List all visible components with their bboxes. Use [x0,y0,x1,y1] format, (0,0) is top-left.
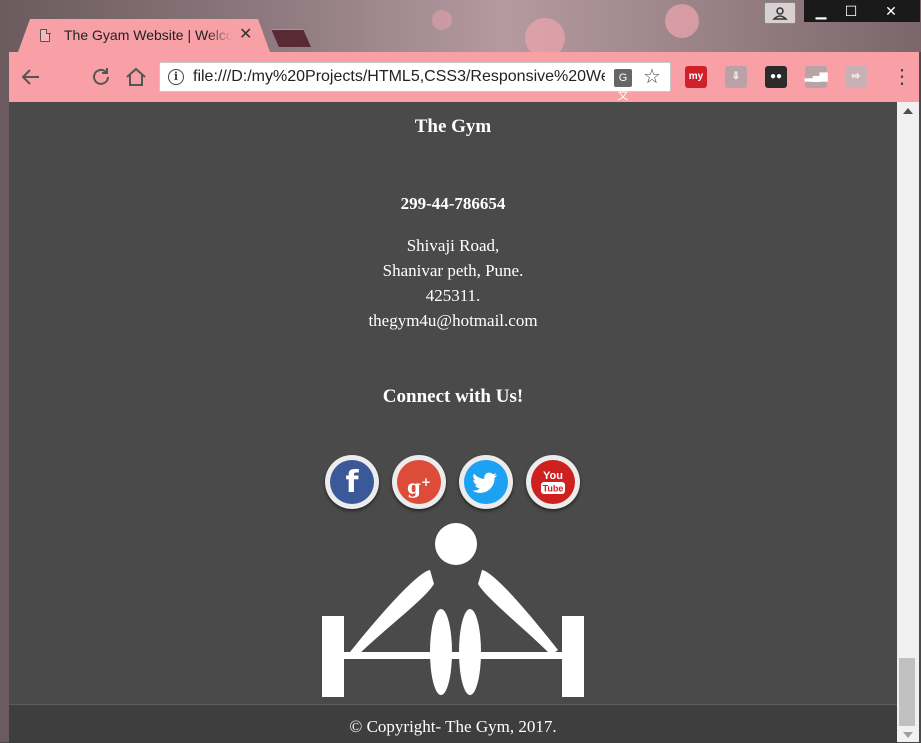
back-arrow-icon[interactable] [19,65,43,89]
address-line-pincode: 425311. [425,286,481,305]
star-icon[interactable]: ☆ [643,65,661,89]
address-bar[interactable]: i file:///D:/my%20Projects/HTML5,CSS3/Re… [159,62,671,102]
contact-phone: 299-44-786654 [400,194,506,213]
user-profile-button[interactable] [764,2,796,24]
facebook-link[interactable]: f [325,455,379,509]
page-footer: © Copyright- The Gym, 2017. [9,704,897,743]
translate-icon[interactable]: G文 [614,69,632,102]
page-icon [40,28,51,42]
vertical-scrollbar[interactable] [897,102,919,742]
maximize-button[interactable]: ☐ [836,0,866,22]
svg-text:Tube: Tube [543,484,564,494]
copyright-text: © Copyright- The Gym, 2017. [349,717,557,736]
address-bar-url[interactable]: file:///D:/my%20Projects/HTML5,CSS3/Resp… [193,68,605,86]
page-content: The Gym 299-44-786654 Shivaji Road, Shan… [9,102,897,743]
gym-logo [322,523,584,697]
minimize-button[interactable]: ▁ [806,0,836,22]
titlebar-blossom-decoration [665,4,699,38]
user-icon [772,7,788,20]
google-plus-icon: g+ [397,460,441,504]
window-controls: ▁ ☐ ✕ [804,0,920,22]
address-line-area: Shanivar peth, Pune. [382,261,524,280]
address-line-street: Shivaji Road, [406,236,500,255]
reader-extension-icon[interactable]: ⇨ [845,66,867,88]
download-extension-icon[interactable]: ⇩ [725,66,747,88]
browser-toolbar: i file:///D:/my%20Projects/HTML5,CSS3/Re… [9,52,919,102]
tab-close-icon[interactable]: ✕ [239,26,252,44]
tabs-extension-icon[interactable]: ●● [765,66,787,88]
google-plus-link[interactable]: g+ [392,455,446,509]
scroll-down-arrow-icon[interactable] [903,732,913,738]
info-icon[interactable]: i [168,69,184,85]
scroll-up-arrow-icon[interactable] [903,108,913,114]
connect-heading: Connect with Us! [382,386,524,407]
twitter-link[interactable] [459,455,513,509]
stats-extension-icon[interactable]: ▂▄▆ [805,66,827,88]
youtube-icon: You Tube [531,460,575,504]
home-icon[interactable] [124,65,148,89]
facebook-icon: f [330,460,374,504]
close-window-button[interactable]: ✕ [876,0,906,22]
kebab-menu-icon[interactable]: ⋮ [892,65,912,89]
window-titlebar: The Gyam Website | Welcome ✕ ▁ ☐ ✕ [0,0,921,58]
youtube-link[interactable]: You Tube [526,455,580,509]
titlebar-blossom-decoration [432,10,452,30]
browser-tab-active[interactable]: The Gyam Website | Welcome ✕ [18,19,270,52]
myntra-extension-icon[interactable]: my [685,66,707,88]
contact-email[interactable]: thegym4u@hotmail.com [9,308,897,333]
reload-icon[interactable] [89,65,113,89]
twitter-icon [464,460,508,504]
site-name: The Gym [414,116,492,137]
window-frame-left [0,52,9,742]
tab-title: The Gyam Website | Welcome [64,27,232,43]
svg-text:You: You [543,470,563,482]
scrollbar-thumb[interactable] [899,658,915,726]
new-tab-button[interactable] [271,29,311,47]
